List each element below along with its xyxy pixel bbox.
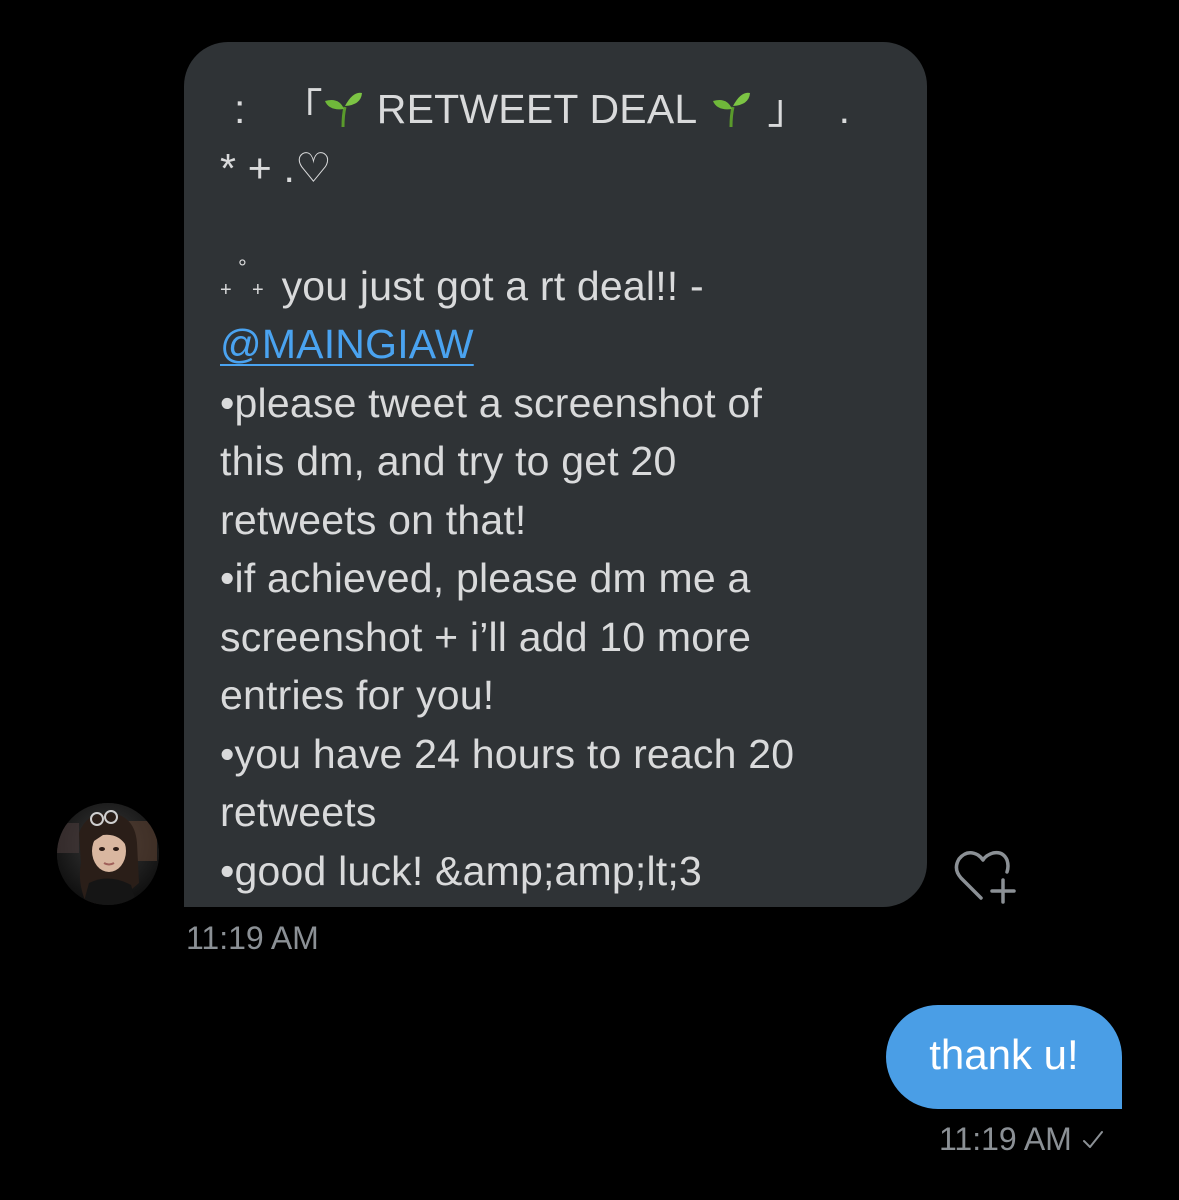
message-line: this dm, and try to get 20	[220, 438, 677, 484]
incoming-timestamp: 11:19 AM	[186, 920, 319, 956]
message-line: retweets	[220, 789, 377, 835]
message-line: •you have 24 hours to reach 20	[220, 730, 795, 777]
sprout-emoji-icon	[324, 93, 362, 128]
decor-line: * + .♡	[220, 144, 333, 191]
message-title: RETWEET DEAL	[376, 86, 698, 132]
outgoing-timestamp-row: 11:19 AM	[939, 1121, 1104, 1158]
message-line: screenshot + i’ll add 10 more	[220, 613, 752, 660]
mention-link[interactable]: @MAINGIAW	[220, 321, 474, 367]
mention-line: @MAINGIAW	[220, 315, 897, 374]
message-line: •please tweet a screenshot of	[220, 379, 763, 426]
message-line: •good luck! &amp;amp;lt;3	[220, 847, 702, 894]
message-line: retweets on that!	[220, 496, 527, 543]
message-line: entries for you!	[220, 672, 495, 718]
intro-line: + ° + you just got a rt deal!! -	[220, 256, 897, 316]
intro-text: you just got a rt deal!! -	[281, 262, 704, 309]
checkmark-icon	[1082, 1130, 1103, 1148]
dm-thread: : 「 RETWEET DEAL 」 . * + .♡ + ° + you just…	[0, 0, 1179, 1200]
outgoing-timestamp: 11:19 AM	[939, 1121, 1072, 1157]
outgoing-message-text: thank u!	[929, 1031, 1079, 1078]
outgoing-message-bubble[interactable]: thank u!	[886, 1005, 1122, 1109]
sprout-emoji-icon	[713, 93, 751, 128]
sparkle-icon: + ° +	[220, 254, 264, 301]
title-prefix: :	[234, 86, 246, 132]
corner-bracket-open: 「	[281, 86, 323, 132]
incoming-message-bubble[interactable]: : 「 RETWEET DEAL 」 . * + .♡ + ° + you just…	[184, 42, 927, 907]
message-title-line: : 「 RETWEET DEAL 」 .	[220, 80, 897, 139]
sender-avatar[interactable]	[57, 803, 159, 905]
corner-bracket-close: 」	[767, 86, 809, 132]
heart-plus-icon[interactable]	[951, 846, 1021, 906]
message-line: •if achieved, please dm me a	[220, 555, 751, 601]
title-suffix: .	[838, 86, 851, 132]
avatar-image	[57, 803, 159, 905]
